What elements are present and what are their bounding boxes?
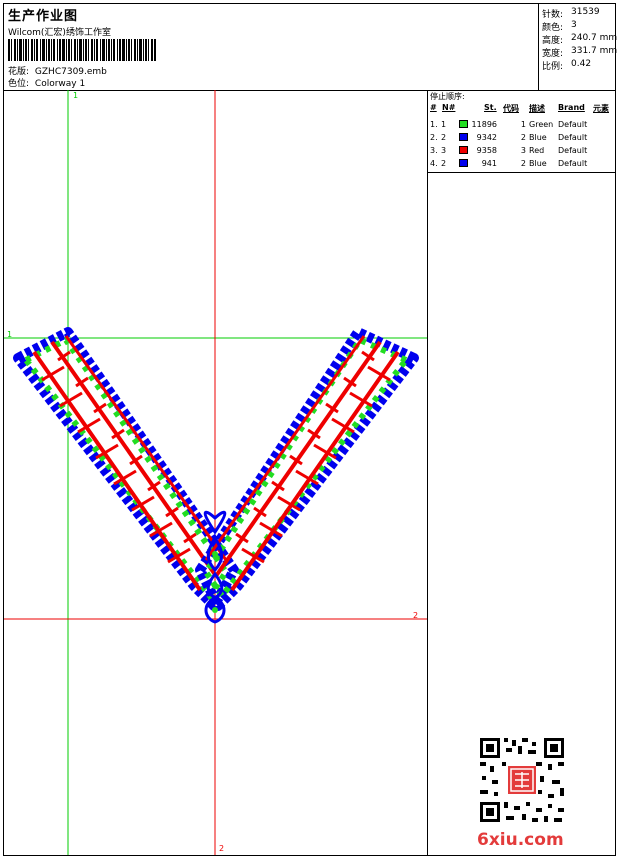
studio-name: Wilcom(汇宏)绣饰工作室: [8, 28, 111, 38]
embroidery-preview: [4, 90, 427, 855]
col-header-stitches: St.: [484, 103, 497, 112]
stat-stitches: 针数: 31539: [542, 7, 600, 20]
colorway-value: Colorway 1: [34, 79, 86, 89]
axis-label-h1: 1: [7, 330, 13, 339]
col-header-code: 代码: [503, 104, 519, 113]
colorway-info: 色位: Colorway 1: [8, 76, 85, 89]
col-header-desc: 描述: [529, 104, 545, 113]
sheet-header: 生产作业图 Wilcom(汇宏)绣饰工作室 花版: GZHC7309.emb 色…: [4, 4, 618, 91]
axis-label-v1: 1: [73, 91, 79, 100]
axis-label-h2: 2: [413, 611, 419, 620]
stop-sequence-title: 停止顺序:: [430, 92, 465, 101]
design-stats: 针数: 31539 颜色: 3 高度: 240.7 mm 宽度: 331.7 mm 比例…: [538, 4, 618, 90]
color-swatch: [459, 120, 468, 128]
axis-label-v2: 2: [219, 844, 225, 853]
col-header-element: 元素: [593, 104, 609, 113]
color-swatch: [459, 133, 468, 141]
qr-code-watermark: [478, 736, 566, 824]
page-title: 生产作业图: [8, 9, 79, 24]
design-right-arm: [195, 327, 419, 611]
color-swatch: [459, 146, 468, 154]
barcode: [8, 39, 156, 61]
watermark-site: 6xiu.com: [477, 830, 564, 850]
production-sheet: 生产作业图 Wilcom(汇宏)绣饰工作室 花版: GZHC7309.emb 色…: [3, 3, 618, 856]
stat-scale: 比例: 0.42: [542, 59, 592, 72]
design-canvas: 1 1 2 2: [4, 90, 427, 855]
col-header-brand: Brand: [558, 103, 585, 112]
colorway-label: 色位:: [8, 79, 30, 89]
col-header-num: #: [430, 103, 437, 112]
col-header-needle: N#: [442, 103, 456, 112]
color-swatch: [459, 159, 468, 167]
stop-sequence-table: 停止顺序: # N# St. 代码 描述 Brand 元素 1. 1 11896…: [428, 90, 616, 173]
stat-colors: 颜色: 3: [542, 20, 577, 33]
stat-width: 宽度: 331.7 mm: [542, 46, 618, 59]
stat-height: 高度: 240.7 mm: [542, 33, 618, 46]
